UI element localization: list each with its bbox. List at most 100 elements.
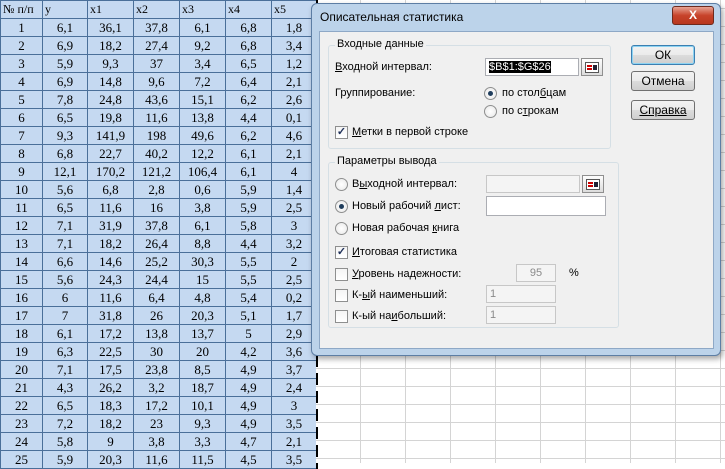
table-cell[interactable]: 31,9 <box>87 216 134 235</box>
kth-largest-field[interactable]: 1 <box>486 306 556 324</box>
table-cell[interactable]: 15 <box>0 270 43 289</box>
table-cell[interactable]: 30,3 <box>179 252 226 271</box>
table-cell[interactable]: 6,5 <box>225 54 272 73</box>
table-cell[interactable]: 4,9 <box>225 414 272 433</box>
table-cell[interactable]: 18,3 <box>87 396 134 415</box>
table-cell[interactable]: 1 <box>0 18 43 37</box>
table-cell[interactable]: 6,8 <box>87 180 134 199</box>
table-cell[interactable]: 37,8 <box>133 18 180 37</box>
table-cell[interactable]: 26,2 <box>87 378 134 397</box>
input-range-field[interactable]: $B$1:$G$26 <box>485 58 579 76</box>
table-cell[interactable]: 6 <box>0 108 43 127</box>
table-cell[interactable]: 6,1 <box>225 162 272 181</box>
table-cell[interactable]: 30 <box>133 342 180 361</box>
table-cell[interactable]: 5,8 <box>42 432 88 451</box>
kth-smallest-checkbox[interactable] <box>335 289 348 302</box>
output-range-radio[interactable] <box>335 178 348 191</box>
by-columns-radio[interactable] <box>484 87 497 100</box>
table-cell[interactable]: 9,3 <box>179 414 226 433</box>
table-cell[interactable]: 5 <box>0 90 43 109</box>
table-cell[interactable]: 20,3 <box>87 450 134 469</box>
table-cell[interactable]: 11,5 <box>179 450 226 469</box>
confidence-level-field[interactable]: 95 <box>516 264 556 282</box>
table-cell[interactable]: 8,5 <box>179 360 226 379</box>
table-cell[interactable]: 23 <box>0 414 43 433</box>
table-cell[interactable]: 6,4 <box>225 72 272 91</box>
table-cell[interactable]: 24,4 <box>133 270 180 289</box>
table-cell[interactable]: 10,1 <box>179 396 226 415</box>
table-cell[interactable]: 3,4 <box>179 54 226 73</box>
table-cell[interactable]: 21 <box>0 378 43 397</box>
help-button[interactable]: Справка <box>631 100 695 120</box>
table-cell[interactable]: 6,1 <box>42 324 88 343</box>
table-cell[interactable]: 5,5 <box>225 252 272 271</box>
table-cell[interactable]: 6,2 <box>225 90 272 109</box>
table-cell[interactable]: 20,3 <box>179 306 226 325</box>
table-cell[interactable]: 6,9 <box>42 72 88 91</box>
table-cell[interactable]: 2,4 <box>271 378 318 397</box>
table-cell[interactable]: 12 <box>0 216 43 235</box>
table-cell[interactable]: 18,2 <box>87 414 134 433</box>
column-header[interactable]: x3 <box>179 0 226 19</box>
table-cell[interactable]: 3,8 <box>179 198 226 217</box>
table-cell[interactable]: 4,9 <box>225 378 272 397</box>
table-cell[interactable]: 5,9 <box>225 180 272 199</box>
table-cell[interactable]: 7,8 <box>42 90 88 109</box>
table-cell[interactable]: 18 <box>0 324 43 343</box>
table-cell[interactable]: 49,6 <box>179 126 226 145</box>
table-cell[interactable]: 2 <box>0 36 43 55</box>
table-cell[interactable]: 23 <box>133 414 180 433</box>
table-cell[interactable]: 23,8 <box>133 360 180 379</box>
cancel-button[interactable]: Отмена <box>631 71 695 91</box>
column-header[interactable]: x2 <box>133 0 180 19</box>
table-cell[interactable]: 40,2 <box>133 144 180 163</box>
table-cell[interactable]: 4,5 <box>225 450 272 469</box>
column-header[interactable]: x1 <box>87 0 134 19</box>
table-cell[interactable]: 3 <box>0 54 43 73</box>
table-cell[interactable]: 9 <box>87 432 134 451</box>
kth-smallest-field[interactable]: 1 <box>486 285 556 303</box>
table-cell[interactable]: 4,3 <box>42 378 88 397</box>
table-cell[interactable]: 5,4 <box>225 288 272 307</box>
table-cell[interactable]: 2,8 <box>133 180 180 199</box>
table-cell[interactable]: 7,1 <box>42 360 88 379</box>
table-cell[interactable]: 24 <box>0 432 43 451</box>
table-cell[interactable]: 5,9 <box>42 54 88 73</box>
table-cell[interactable]: 5 <box>225 324 272 343</box>
column-header[interactable]: № п/п <box>0 0 43 19</box>
table-cell[interactable]: 11 <box>0 198 43 217</box>
table-cell[interactable]: 9,3 <box>42 126 88 145</box>
table-cell[interactable]: 0,6 <box>179 180 226 199</box>
table-cell[interactable]: 11,6 <box>87 288 134 307</box>
table-cell[interactable]: 26 <box>133 306 180 325</box>
table-cell[interactable]: 198 <box>133 126 180 145</box>
table-cell[interactable]: 6,8 <box>225 36 272 55</box>
table-cell[interactable]: 6,5 <box>42 396 88 415</box>
table-cell[interactable]: 12,1 <box>42 162 88 181</box>
table-cell[interactable]: 9,2 <box>179 36 226 55</box>
table-cell[interactable]: 26,4 <box>133 234 180 253</box>
column-header[interactable]: y <box>42 0 88 19</box>
table-cell[interactable]: 141,9 <box>87 126 134 145</box>
table-cell[interactable]: 17 <box>0 306 43 325</box>
table-cell[interactable]: 13,7 <box>179 324 226 343</box>
table-cell[interactable]: 6 <box>42 288 88 307</box>
table-cell[interactable]: 3,5 <box>271 414 318 433</box>
table-cell[interactable]: 16 <box>0 288 43 307</box>
column-header[interactable]: x4 <box>225 0 272 19</box>
table-cell[interactable]: 5,6 <box>42 270 88 289</box>
table-cell[interactable]: 27,4 <box>133 36 180 55</box>
output-range-collapse-button[interactable] <box>582 175 604 193</box>
table-cell[interactable]: 24,8 <box>87 90 134 109</box>
table-cell[interactable]: 6,9 <box>42 36 88 55</box>
table-cell[interactable]: 25,2 <box>133 252 180 271</box>
table-cell[interactable]: 6,3 <box>42 342 88 361</box>
ok-button[interactable]: ОК <box>631 45 695 65</box>
table-cell[interactable]: 7,2 <box>179 72 226 91</box>
table-cell[interactable]: 4,7 <box>225 432 272 451</box>
table-cell[interactable]: 5,8 <box>225 216 272 235</box>
input-range-collapse-button[interactable] <box>581 58 603 76</box>
table-cell[interactable]: 15,1 <box>179 90 226 109</box>
table-cell[interactable]: 8 <box>0 144 43 163</box>
table-cell[interactable]: 3 <box>271 396 318 415</box>
